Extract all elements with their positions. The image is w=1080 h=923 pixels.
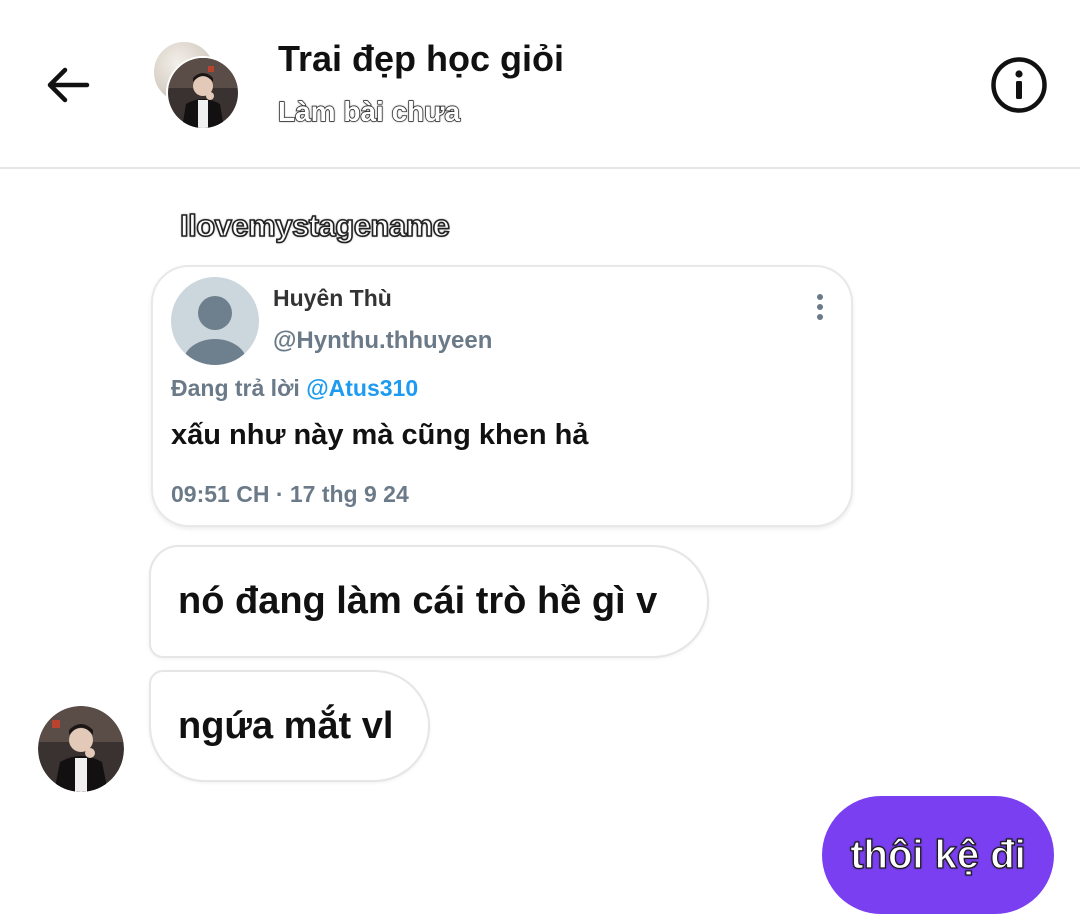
tweet-more-button[interactable] — [805, 293, 835, 323]
chat-title[interactable]: Trai đẹp học giỏi — [278, 38, 564, 80]
incoming-message[interactable]: nó đang làm cái trò hề gì v — [149, 545, 709, 658]
back-button[interactable] — [40, 58, 94, 112]
shared-tweet-card[interactable]: Huyên Thù @Hynthu.thhuyeen Đang trả lời … — [151, 265, 853, 527]
member-avatar-front — [166, 56, 240, 130]
more-vertical-icon — [817, 294, 823, 320]
tweet-author-name: Huyên Thù — [273, 285, 392, 311]
tweet-timestamp: 09:51 CH · 17 thg 9 24 — [171, 481, 409, 507]
tweet-reply-context: Đang trả lời @Atus310 — [171, 375, 418, 402]
info-button[interactable] — [990, 56, 1048, 114]
tweet-author-handle: @Hynthu.thhuyeen — [273, 327, 493, 354]
reply-mention-link[interactable]: @Atus310 — [306, 375, 418, 401]
tweet-author-avatar — [171, 277, 259, 365]
sender-name: Ilovemystagename — [179, 207, 451, 244]
chat-subtitle: Làm bài chưa — [277, 95, 461, 127]
chat-header: Trai đẹp học giỏi Làm bài chưa — [0, 0, 1080, 169]
incoming-message[interactable]: ngứa mắt vl — [149, 670, 430, 782]
arrow-left-icon — [47, 67, 90, 103]
sender-avatar[interactable] — [38, 706, 124, 792]
tweet-text: xấu như này mà cũng khen hả — [171, 419, 589, 451]
reply-prefix: Đang trả lời — [171, 375, 300, 401]
group-avatar[interactable] — [150, 40, 240, 130]
outgoing-message[interactable]: thôi kệ đi — [822, 796, 1054, 914]
info-circle-icon — [991, 57, 1047, 113]
